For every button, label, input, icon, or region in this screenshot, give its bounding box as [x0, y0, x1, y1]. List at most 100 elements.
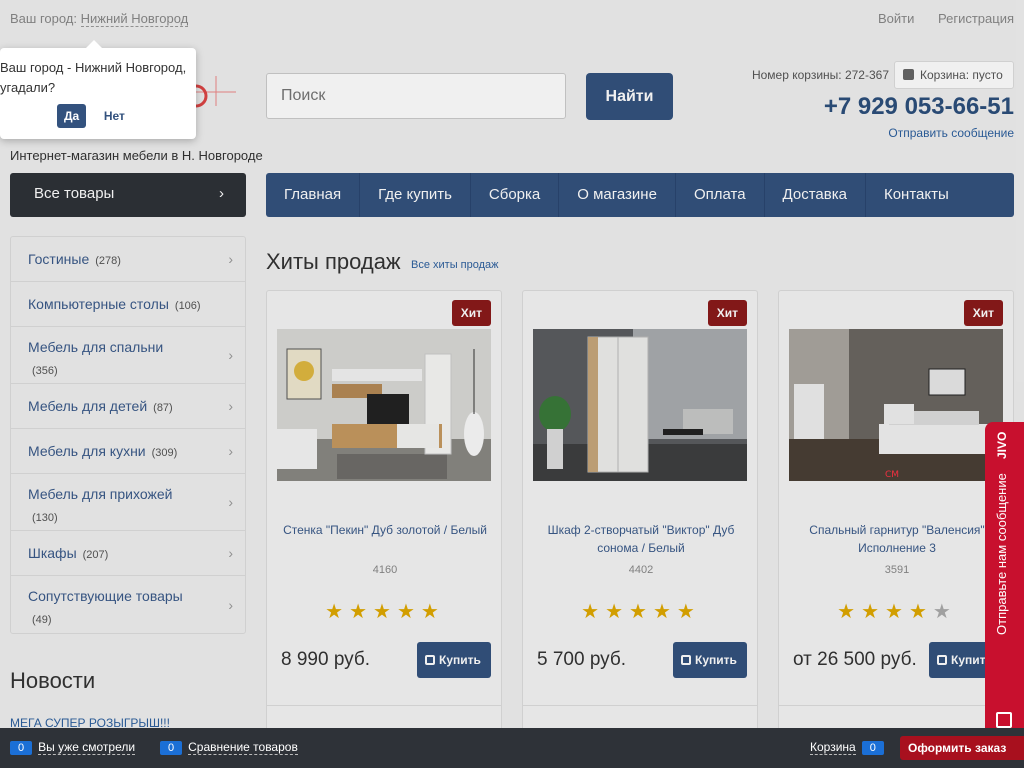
register-link[interactable]: Регистрация [938, 11, 1014, 26]
site-tagline: Интернет-магазин мебели в Н. Новгороде [10, 148, 263, 163]
chevron-right-icon: › [228, 443, 233, 459]
send-message-link[interactable]: Отправить сообщение [888, 126, 1014, 140]
image-watermark: CM [885, 470, 899, 480]
logo-fragment [196, 76, 236, 108]
bottom-cart-count: 0 [861, 741, 884, 755]
product-title[interactable]: Шкаф 2-створчатый "Виктор" Дуб сонома / … [531, 521, 751, 557]
product-title[interactable]: Стенка "Пекин" Дуб золотой / Белый [275, 521, 495, 539]
nav-item-home[interactable]: Главная [266, 173, 361, 217]
viewed-products[interactable]: 0 Вы уже смотрели [10, 740, 136, 755]
category-count: (130) [32, 512, 58, 524]
product-card[interactable]: Хит Шкаф 2-створчатый "Виктор" Дуб соном… [522, 290, 758, 750]
product-price: 8 990 руб. [281, 649, 371, 670]
rating-stars: ★★★★★ [837, 601, 957, 623]
divider [267, 705, 501, 706]
product-code: 4402 [628, 564, 654, 576]
topbar: Ваш город: Нижний Новгород Войти Регистр… [0, 0, 1024, 36]
category-count: (278) [95, 255, 121, 267]
nav-item-contacts[interactable]: Контакты [866, 173, 967, 217]
basket-icon [681, 655, 691, 665]
compare-products[interactable]: 0 Сравнение товаров [160, 740, 298, 755]
auth-links: Войти Регистрация [858, 11, 1014, 26]
login-link[interactable]: Войти [878, 11, 914, 26]
product-title[interactable]: Спальный гарнитур "Валенсия" Исполнение … [787, 521, 1007, 557]
category-item[interactable]: Сопутствующие товары (49) › [11, 576, 245, 633]
chevron-right-icon: › [228, 347, 233, 363]
category-label: Шкафы [28, 545, 77, 561]
buy-label: Купить [439, 653, 481, 667]
city-link[interactable]: Нижний Новгород [80, 11, 189, 27]
rating-stars: ★★★★★ [581, 601, 701, 623]
product-image[interactable] [533, 329, 747, 481]
chevron-right-icon: › [219, 185, 224, 202]
product-code: 3591 [884, 564, 910, 576]
buy-button[interactable]: Купить [673, 642, 747, 678]
all-goods-label: Все товары [34, 185, 115, 202]
jivo-label: Отправьте нам сообщение JIVO [994, 432, 1014, 722]
category-count: (309) [151, 447, 178, 459]
search-input[interactable] [266, 73, 566, 119]
chevron-right-icon: › [228, 545, 233, 561]
nav-item-delivery[interactable]: Доставка [765, 173, 866, 217]
divider [779, 705, 1013, 706]
product-card[interactable]: Хит CM Спальный гарнитур "Валенсия" Испо… [778, 290, 1014, 750]
product-image[interactable]: CM [789, 329, 1003, 481]
jivo-logo: JIVO [995, 432, 1009, 460]
basket-icon [425, 655, 435, 665]
category-count: (87) [153, 402, 173, 414]
search-button[interactable]: Найти [586, 73, 673, 120]
category-item[interactable]: Мебель для кухни (309) › [11, 429, 245, 474]
basket-icon [903, 69, 914, 80]
category-item[interactable]: Мебель для детей (87) › [11, 384, 245, 429]
city-yes-button[interactable]: Да [57, 104, 87, 128]
rating-stars: ★★★★★ [325, 601, 445, 623]
city-no-button[interactable]: Нет [104, 109, 125, 123]
category-count: (356) [32, 365, 58, 377]
viewed-label: Вы уже смотрели [38, 740, 136, 755]
city-confirm-popup: Ваш город - Нижний Новгород, угадали? Да… [0, 40, 196, 139]
cart-status: Корзина: пусто [920, 68, 1003, 82]
bottom-cart[interactable]: Корзина 0 [810, 740, 890, 755]
basket-icon [937, 655, 947, 665]
buy-button[interactable]: Купить [417, 642, 491, 678]
nav-item-about[interactable]: О магазине [559, 173, 676, 217]
category-item[interactable]: Компьютерные столы (106) [11, 282, 245, 327]
category-label: Сопутствующие товары [28, 588, 183, 604]
compare-label: Сравнение товаров [188, 740, 298, 755]
product-card[interactable]: Хит Стенка "Пекин" Дуб золотой / Белый 4… [266, 290, 502, 750]
product-code: 4160 [372, 564, 398, 576]
city-selector: Ваш город: Нижний Новгород [10, 11, 189, 27]
nav-item-payment[interactable]: Оплата [676, 173, 765, 217]
category-item[interactable]: Мебель для спальни (356) › [11, 327, 245, 384]
chevron-right-icon: › [228, 398, 233, 414]
product-image[interactable] [277, 329, 491, 481]
all-goods-button[interactable]: Все товары › [10, 173, 246, 217]
viewed-count: 0 [10, 741, 33, 755]
jivo-chat-tab[interactable]: Отправьте нам сообщение JIVO [985, 422, 1024, 746]
category-count: (106) [174, 300, 201, 312]
category-item[interactable]: Гостиные (278) › [11, 237, 245, 282]
category-item[interactable]: Мебель для прихожей (130) › [11, 474, 245, 531]
chevron-right-icon: › [228, 494, 233, 510]
category-item[interactable]: Шкафы (207) › [11, 531, 245, 576]
nav-item-where-to-buy[interactable]: Где купить [360, 173, 471, 217]
bottom-bar: 0 Вы уже смотрели 0 Сравнение товаров Корз… [0, 728, 1024, 768]
hit-badge: Хит [451, 300, 491, 326]
category-count: (207) [82, 549, 109, 561]
category-label: Гостиные [28, 251, 90, 267]
bottom-cart-label: Корзина [810, 740, 856, 755]
divider [523, 705, 757, 706]
phone-number[interactable]: +7 929 053-66-51 [824, 93, 1014, 121]
all-hits-link[interactable]: Все хиты продаж [411, 259, 499, 271]
compare-count: 0 [160, 741, 183, 755]
cart-number: Номер корзины: 272-367 [751, 68, 889, 82]
popup-question-line1: Ваш город - Нижний Новгород, [0, 60, 187, 75]
buy-label: Купить [695, 653, 737, 667]
chevron-right-icon: › [228, 251, 233, 267]
category-label: Мебель для детей [28, 398, 148, 414]
cart-widget[interactable]: Корзина: пусто [894, 61, 1014, 89]
category-label: Мебель для спальни [28, 339, 164, 355]
nav-item-assembly[interactable]: Сборка [471, 173, 560, 217]
checkout-button[interactable]: Оформить заказ [900, 736, 1024, 760]
category-label: Компьютерные столы [28, 296, 169, 312]
